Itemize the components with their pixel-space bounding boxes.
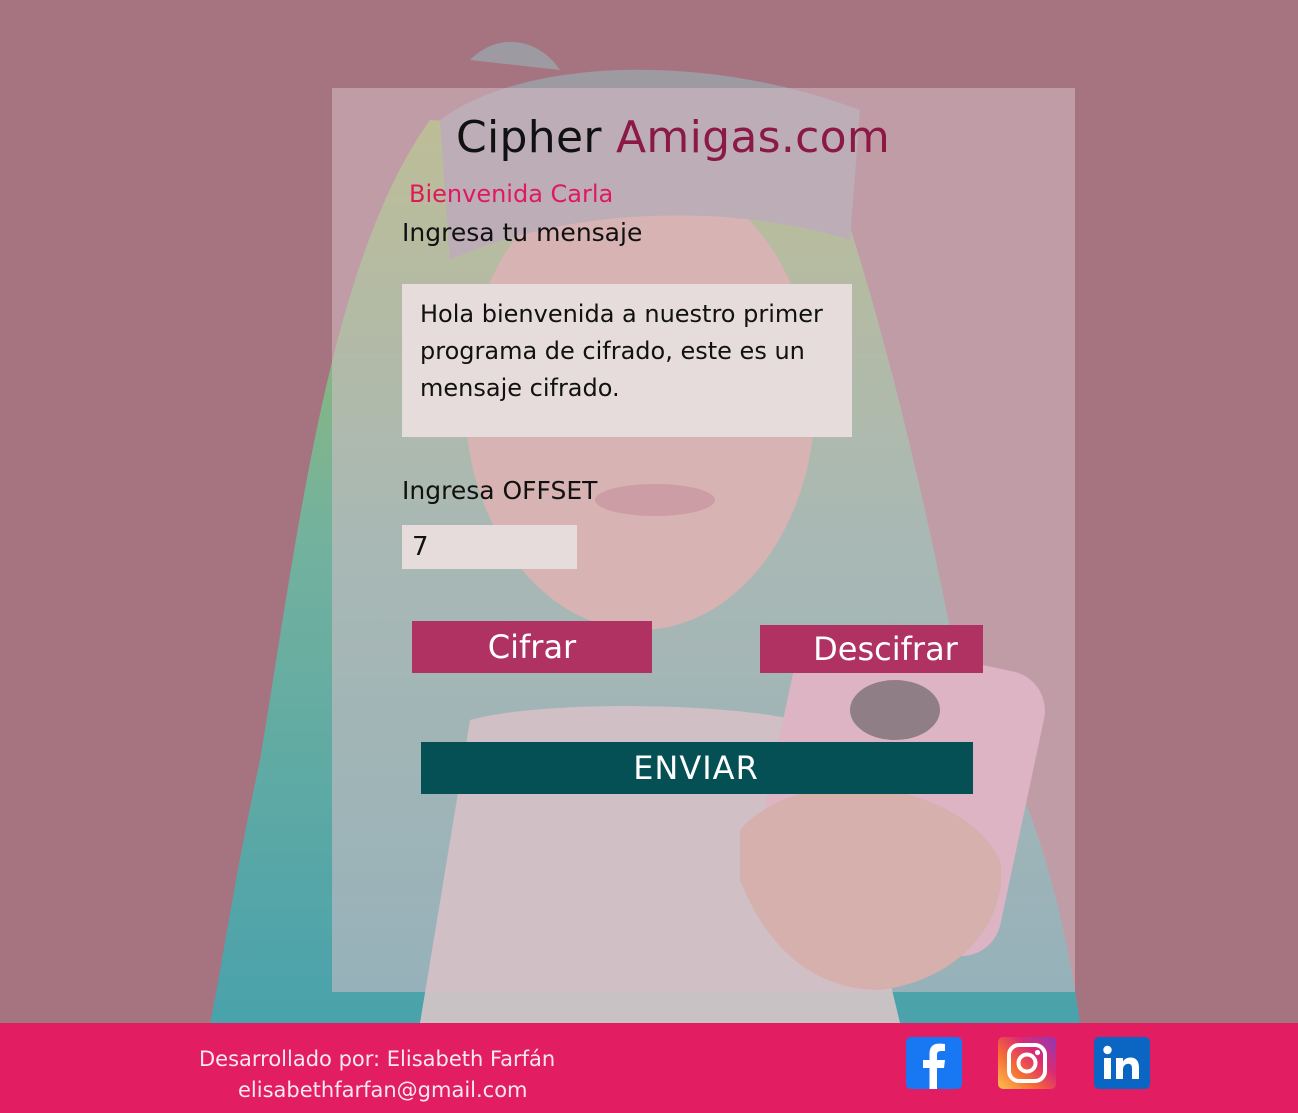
welcome-message: Bienvenida Carla (409, 180, 614, 208)
send-button[interactable]: ENVIAR (421, 742, 973, 794)
message-label: Ingresa tu mensaje (402, 218, 643, 247)
facebook-glyph (923, 1043, 945, 1089)
message-input[interactable]: Hola bienvenida a nuestro primer program… (402, 284, 852, 437)
footer-credit: Desarrollado por: Elisabeth Farfán (199, 1047, 556, 1071)
offset-input[interactable] (402, 525, 577, 569)
linkedin-glyph (1103, 1045, 1139, 1079)
linkedin-icon[interactable] (1094, 1037, 1150, 1089)
encrypt-button[interactable]: Cifrar (412, 621, 652, 673)
instagram-icon[interactable] (998, 1037, 1056, 1089)
title-cipher: Cipher (456, 112, 602, 163)
app-title: Cipher Amigas.com (456, 112, 890, 163)
offset-label: Ingresa OFFSET (402, 476, 598, 505)
title-amigas: Amigas.com (616, 112, 890, 163)
facebook-icon[interactable] (906, 1037, 962, 1089)
footer-email: elisabethfarfan@gmail.com (238, 1078, 528, 1102)
decrypt-button[interactable]: Descifrar (760, 625, 983, 673)
instagram-glyph (1007, 1043, 1047, 1083)
